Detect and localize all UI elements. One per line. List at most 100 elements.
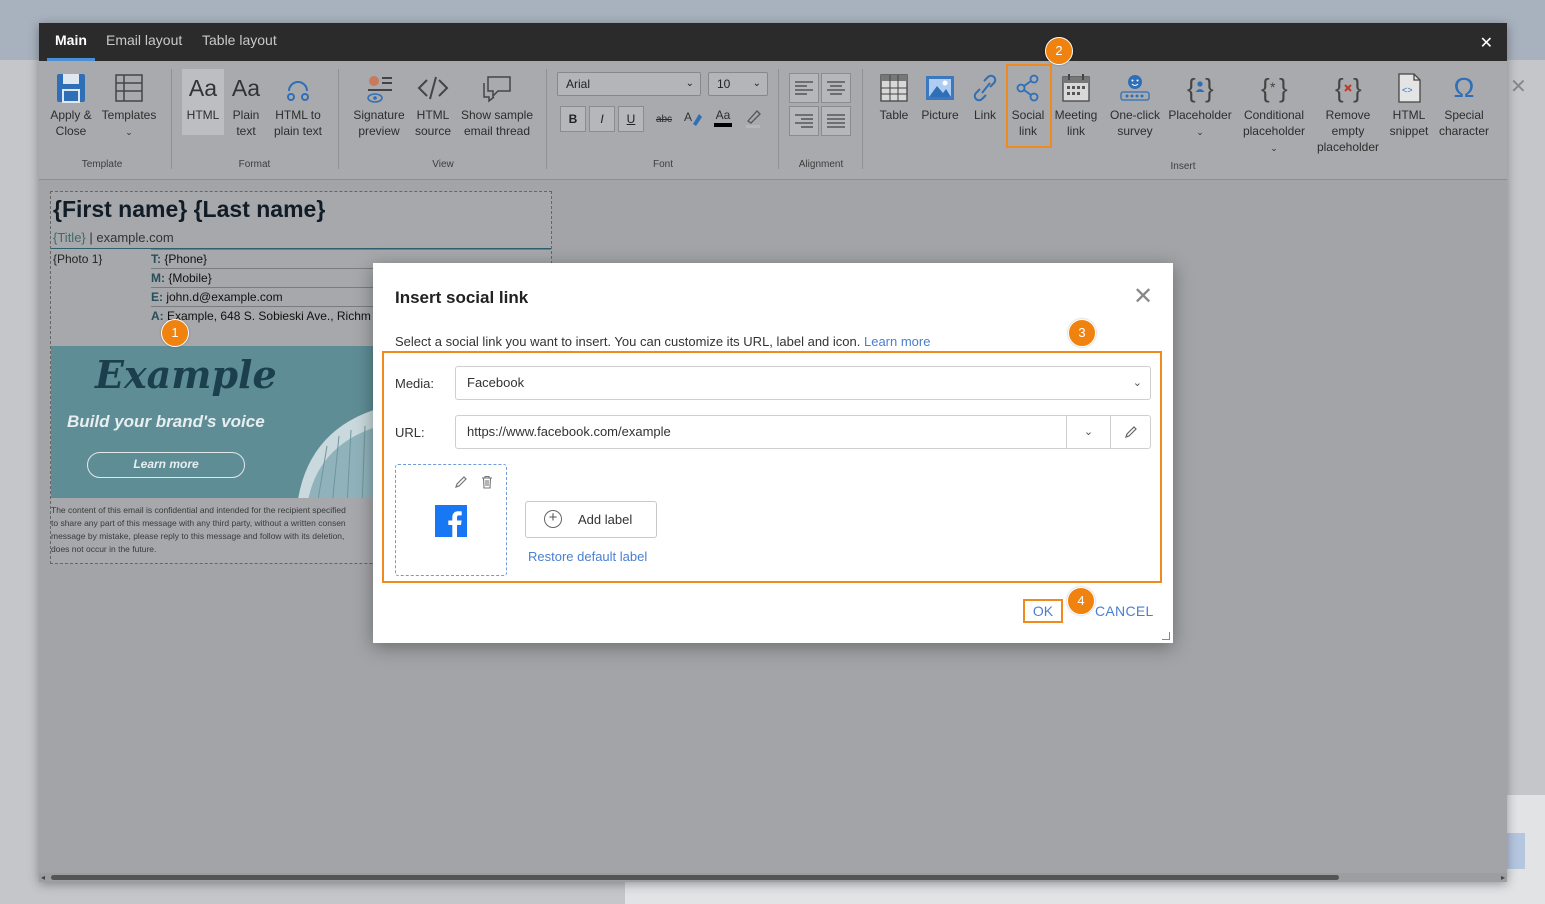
remove-empty-label-3: placeholder bbox=[1316, 140, 1380, 154]
group-label-insert: Insert bbox=[1170, 161, 1196, 172]
disclaimer-line: does not occur in the future. bbox=[51, 544, 157, 554]
tab-table-layout[interactable]: Table layout bbox=[194, 23, 285, 61]
svg-text:{: { bbox=[1335, 73, 1344, 103]
clear-format-icon: A bbox=[684, 110, 702, 126]
align-center-icon bbox=[827, 81, 845, 95]
signature-name: {First name} {Last name} bbox=[53, 196, 326, 222]
learn-more-link[interactable]: Learn more bbox=[864, 334, 930, 349]
plain-text-label-1: Plain bbox=[232, 108, 260, 122]
svg-text:}: } bbox=[1353, 73, 1362, 103]
background-button bbox=[1505, 833, 1525, 869]
strikethrough-button[interactable]: abc bbox=[651, 112, 677, 128]
format-html-button[interactable]: Aa HTML bbox=[182, 69, 224, 135]
description-text: Select a social link you want to insert.… bbox=[395, 334, 864, 349]
align-center-button[interactable] bbox=[821, 73, 851, 103]
picture-label: Picture bbox=[921, 108, 959, 122]
show-sample-thread-button[interactable]: Show sample email thread bbox=[457, 71, 537, 139]
highlighter-icon bbox=[746, 110, 761, 128]
font-color-button[interactable]: Aa bbox=[711, 107, 735, 127]
link-icon bbox=[973, 74, 997, 102]
html-format-label: HTML bbox=[186, 108, 220, 122]
align-justify-button[interactable] bbox=[821, 106, 851, 136]
insert-meeting-link-button[interactable]: Meeting link bbox=[1051, 71, 1101, 139]
insert-link-button[interactable]: Link bbox=[965, 71, 1005, 123]
ribbon-separator bbox=[778, 69, 779, 169]
insert-picture-button[interactable]: Picture bbox=[917, 71, 963, 123]
clear-format-button[interactable]: A bbox=[681, 108, 705, 132]
chevron-down-icon: ⌄ bbox=[752, 78, 761, 89]
dialog-close-icon[interactable]: ✕ bbox=[1133, 285, 1153, 309]
contact-key: T: bbox=[151, 252, 161, 266]
align-right-icon bbox=[795, 114, 813, 128]
html-source-label-1: HTML bbox=[416, 108, 450, 122]
apply-close-button[interactable]: Apply & Close bbox=[43, 71, 99, 139]
chevron-down-icon: ⌄ bbox=[685, 78, 694, 89]
meeting-link-label-1: Meeting bbox=[1054, 108, 1098, 122]
survey-label-1: One-click bbox=[1109, 108, 1160, 122]
svg-text:{: { bbox=[1261, 73, 1270, 103]
editor-close-icon[interactable]: ✕ bbox=[1480, 33, 1493, 53]
scroll-right-icon[interactable]: ▸ bbox=[1501, 873, 1505, 882]
underline-button[interactable]: U bbox=[618, 106, 644, 132]
insert-placeholder-button[interactable]: { } Placeholder ⌄ bbox=[1167, 71, 1233, 140]
italic-button[interactable]: I bbox=[589, 106, 615, 132]
font-name-select[interactable]: Arial ⌄ bbox=[557, 72, 701, 96]
background-close-icon: ✕ bbox=[1510, 76, 1527, 98]
scroll-left-icon[interactable]: ◂ bbox=[41, 873, 45, 882]
contact-key: M: bbox=[151, 271, 165, 285]
step-badge-2: 2 bbox=[1045, 37, 1073, 65]
signature-preview-label-1: Signature bbox=[353, 108, 405, 122]
font-color-swatch bbox=[714, 123, 732, 127]
align-right-button[interactable] bbox=[789, 106, 819, 136]
signature-title-line: {Title} | example.com bbox=[53, 230, 174, 245]
banner-logo: Example bbox=[95, 352, 277, 397]
templates-button[interactable]: Templates ⌄ bbox=[101, 71, 157, 140]
ribbon-separator bbox=[546, 69, 547, 169]
banner-tagline: Build your brand's voice bbox=[67, 412, 265, 431]
signature-preview-button[interactable]: Signature preview bbox=[349, 71, 409, 139]
html-to-plain-label-1: HTML to bbox=[275, 108, 321, 122]
html-source-button[interactable]: HTML source bbox=[411, 71, 455, 139]
cancel-button[interactable]: CANCEL bbox=[1095, 603, 1154, 619]
chevron-down-icon: ⌄ bbox=[1196, 127, 1204, 137]
calendar-icon bbox=[1062, 74, 1090, 102]
resize-handle[interactable] bbox=[1162, 632, 1170, 640]
font-size-select[interactable]: 10 ⌄ bbox=[708, 72, 768, 96]
horizontal-scrollbar[interactable]: ◂ ▸ bbox=[39, 873, 1507, 882]
tab-main[interactable]: Main bbox=[47, 23, 95, 61]
picture-icon bbox=[926, 76, 954, 100]
code-icon bbox=[417, 76, 449, 100]
dialog-description: Select a social link you want to insert.… bbox=[395, 334, 930, 349]
chevron-down-icon: ⌄ bbox=[125, 127, 133, 137]
highlight-button[interactable] bbox=[741, 107, 765, 133]
contact-value: john.d@example.com bbox=[163, 290, 283, 304]
conditional-placeholder-label-1: Conditional bbox=[1243, 108, 1305, 122]
insert-table-button[interactable]: Table bbox=[873, 71, 915, 123]
format-plain-text-button[interactable]: Aa Plain text bbox=[225, 71, 267, 139]
html-to-plain-text-button[interactable]: HTML to plain text bbox=[269, 71, 327, 139]
svg-text:<>: <> bbox=[1402, 85, 1413, 95]
bold-button[interactable]: B bbox=[560, 106, 586, 132]
ok-button[interactable]: OK bbox=[1023, 599, 1063, 623]
insert-survey-button[interactable]: One-click survey bbox=[1105, 71, 1165, 139]
html-snippet-label-2: snippet bbox=[1389, 124, 1429, 138]
insert-special-character-button[interactable]: Ω Special character bbox=[1437, 71, 1491, 139]
insert-html-snippet-button[interactable]: <> HTML snippet bbox=[1385, 71, 1433, 139]
signature-preview-label-2: preview bbox=[358, 124, 400, 138]
step-badge-1: 1 bbox=[161, 319, 189, 347]
tab-email-layout[interactable]: Email layout bbox=[98, 23, 190, 61]
placeholder-icon: { } bbox=[1187, 73, 1214, 103]
insert-conditional-placeholder-button[interactable]: { } * Conditional placeholder ⌄ bbox=[1237, 71, 1311, 155]
svg-text:}: } bbox=[1279, 73, 1288, 103]
survey-icon bbox=[1120, 75, 1150, 101]
remove-empty-placeholder-button[interactable]: { } Remove empty placeholder bbox=[1313, 71, 1383, 155]
apply-close-label-2: Close bbox=[55, 124, 87, 138]
disclaimer-line: message by mistake, please reply to this… bbox=[51, 531, 345, 541]
align-left-icon bbox=[795, 81, 813, 95]
group-label-alignment: Alignment bbox=[798, 159, 844, 170]
group-label-format: Format bbox=[238, 159, 271, 170]
scrollbar-thumb[interactable] bbox=[51, 875, 1339, 880]
signature-disclaimer: The content of this email is confidentia… bbox=[51, 504, 371, 556]
align-left-button[interactable] bbox=[789, 73, 819, 103]
show-sample-label-2: email thread bbox=[463, 124, 531, 138]
